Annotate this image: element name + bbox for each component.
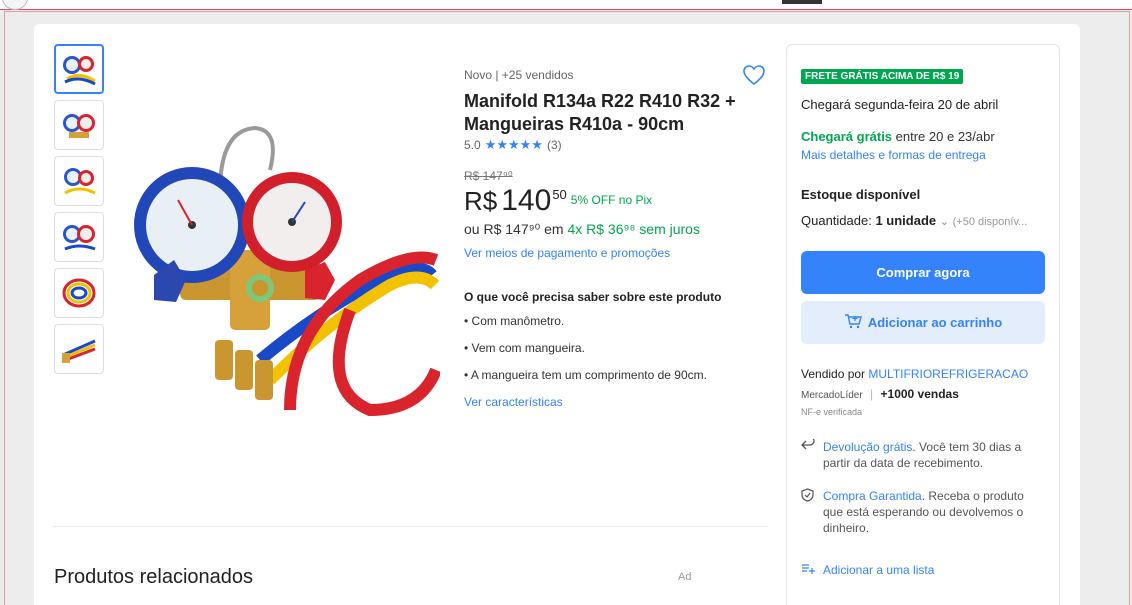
return-info: Devolução grátis. Você tem 30 dias a par…: [801, 436, 1045, 471]
free-shipping-badge: FRETE GRÁTIS ACIMA DE R$ 19: [801, 69, 964, 84]
seller-link[interactable]: MULTIFRIOREFRIGERACAO: [868, 367, 1028, 381]
nfe-verified: NF-e verificada: [801, 407, 863, 417]
payment-methods-link[interactable]: Ver meios de pagamento e promoções: [464, 246, 764, 260]
product-title: Manifold R134a R22 R410 R32 + Mangueiras…: [464, 91, 736, 134]
price-integer: 140: [501, 184, 552, 217]
stock-label: Estoque disponível: [801, 187, 921, 202]
buy-now-button[interactable]: Comprar agora: [801, 251, 1045, 294]
thumbnail-list: [54, 44, 104, 380]
quantity-selector[interactable]: Quantidade: 1 unidade ⌄ (+50 disponív...: [801, 213, 1027, 228]
price-cents: 50: [552, 187, 567, 202]
return-icon: [801, 436, 815, 471]
feature-item: • A mangueira tem um comprimento de 90cm…: [464, 368, 707, 382]
add-to-cart-button[interactable]: Adicionar ao carrinho: [801, 301, 1045, 344]
free-arrival: Chegará grátis entre 20 e 23/abr: [801, 129, 995, 144]
star-icon: ★★★★★: [484, 137, 543, 152]
review-count: (3): [546, 138, 562, 152]
free-arrival-label: Chegará grátis: [801, 129, 893, 144]
heart-icon[interactable]: [742, 64, 766, 86]
feature-list: • Com manômetro. • Vem com mangueira. • …: [464, 314, 764, 382]
quantity-available: (+50 disponív...: [952, 216, 1028, 228]
product-main-image[interactable]: [120, 110, 442, 420]
back-button[interactable]: [2, 0, 28, 10]
know-title: O que você precisa saber sobre este prod…: [464, 290, 722, 304]
product-details: Novo | +25 vendidos Manifold R134a R22 R…: [464, 64, 764, 409]
installments-value: 4x R$ 36⁹⁸ sem juros: [567, 221, 700, 237]
return-link[interactable]: Devolução grátis: [823, 440, 912, 454]
thumbnail-3[interactable]: [54, 156, 104, 206]
sales-count: +1000 vendas: [880, 387, 959, 401]
shield-icon: [801, 488, 815, 536]
add-to-list-label: Adicionar a uma lista: [823, 563, 935, 577]
price-currency: R$: [464, 186, 498, 216]
condition-sold: Novo | +25 vendidos: [464, 68, 574, 82]
thumbnail-5[interactable]: [54, 268, 104, 318]
cart-icon: [844, 313, 862, 332]
feature-item: • Vem com mangueira.: [464, 341, 585, 355]
add-to-list[interactable]: Adicionar a uma lista: [801, 562, 1045, 578]
quantity-label: Quantidade:: [801, 213, 876, 228]
seller-info: Vendido por MULTIFRIOREFRIGERACAO: [801, 367, 1028, 381]
guarantee-link[interactable]: Compra Garantida: [823, 489, 922, 503]
chevron-down-icon: ⌄: [939, 216, 949, 228]
quantity-value: 1 unidade: [875, 213, 937, 228]
pix-discount: 5% OFF no Pix: [570, 193, 653, 207]
separator: |: [870, 387, 874, 401]
thumbnail-4[interactable]: [54, 212, 104, 262]
thumbnail-1[interactable]: [54, 44, 104, 94]
installments-prefix: ou R$ 147⁹⁰ em: [464, 221, 568, 237]
top-strip: [0, 0, 1132, 10]
buy-box: FRETE GRÁTIS ACIMA DE R$ 19 Chegará segu…: [786, 44, 1060, 605]
rating-value: 5.0: [464, 138, 481, 152]
free-arrival-dates: entre 20 e 23/abr: [892, 129, 995, 144]
top-tab-indicator: [782, 0, 822, 4]
feature-item: • Com manômetro.: [464, 314, 565, 328]
seller-prefix: Vendido por: [801, 367, 869, 381]
arrival-text: Chegará segunda-feira 20 de abril: [801, 97, 999, 112]
price: R$ 140 50 5% OFF no Pix: [464, 183, 764, 219]
thumbnail-2[interactable]: [54, 100, 104, 150]
old-price: R$ 147⁹⁰: [464, 169, 513, 183]
guarantee-text: Compra Garantida. Receba o produto que e…: [823, 488, 1045, 536]
related-products-title: Produtos relacionados: [54, 566, 254, 588]
ad-label: Ad: [678, 571, 692, 583]
list-add-icon: [801, 562, 815, 578]
guarantee-info: Compra Garantida. Receba o produto que e…: [801, 488, 1045, 536]
rating[interactable]: 5.0 ★★★★★ (3): [464, 137, 764, 153]
thumbnail-6[interactable]: [54, 324, 104, 374]
return-text: Devolução grátis. Você tem 30 dias a par…: [823, 439, 1045, 471]
installments: ou R$ 147⁹⁰ em 4x R$ 36⁹⁸ sem juros: [464, 221, 764, 238]
characteristics-link[interactable]: Ver características: [464, 395, 764, 409]
seller-reputation: MercadoLíder | +1000 vendas: [801, 387, 959, 401]
delivery-details-link[interactable]: Mais detalhes e formas de entrega: [801, 148, 986, 162]
mercadolider-label: MercadoLíder: [801, 390, 863, 401]
divider: [52, 526, 768, 527]
add-to-cart-label: Adicionar ao carrinho: [867, 315, 1003, 330]
